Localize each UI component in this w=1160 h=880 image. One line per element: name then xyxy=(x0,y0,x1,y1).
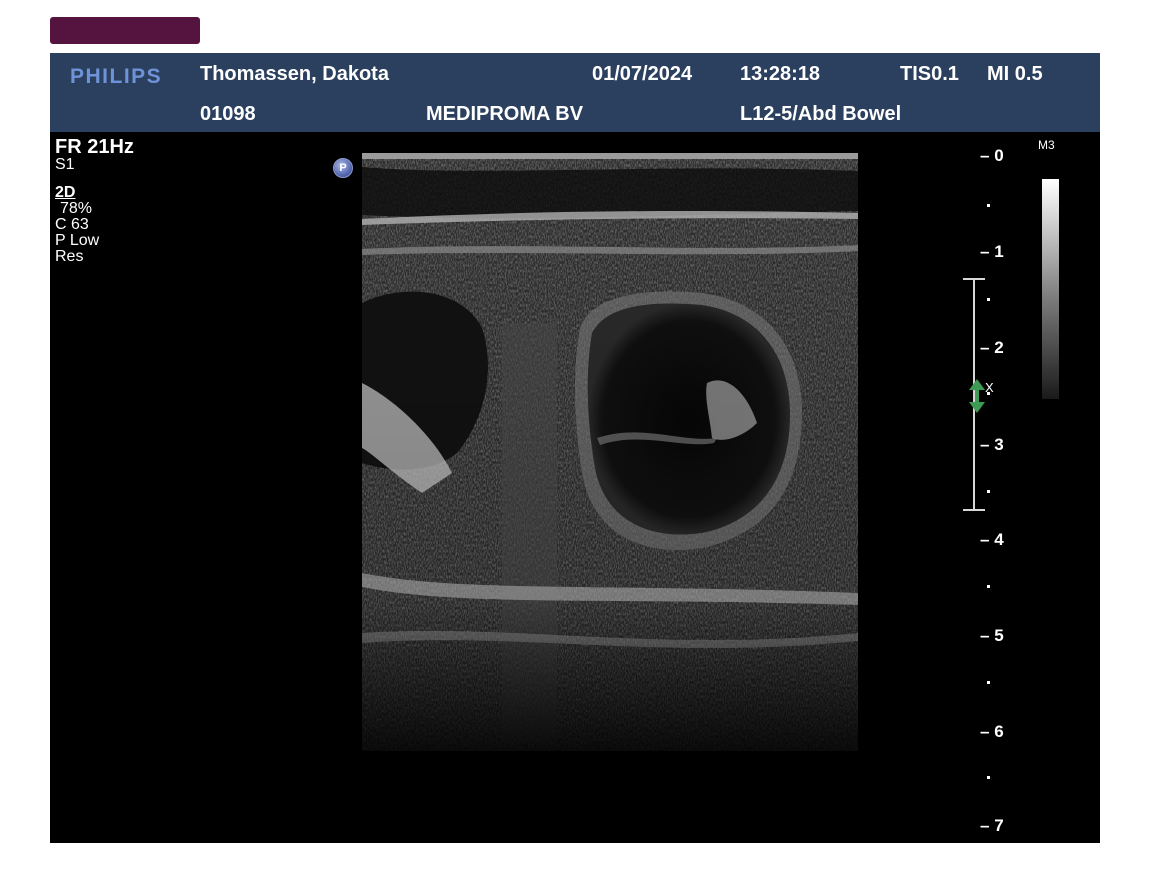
institution-name: MEDIPROMA BV xyxy=(426,103,584,125)
grayscale-map-label: M3 xyxy=(1038,138,1055,152)
depth-tick-5: – 5 xyxy=(980,626,1004,645)
ultrasound-image xyxy=(362,153,858,751)
focus-zone-cap-bottom xyxy=(963,509,985,511)
ultrasound-screen: PHILIPS Thomassen, Dakota 01/07/2024 13:… xyxy=(50,53,1100,843)
depth-minor-tick xyxy=(987,585,990,588)
depth-minor-tick xyxy=(987,776,990,779)
patient-id: 01098 xyxy=(200,103,256,125)
compression-value: C 63 xyxy=(55,216,89,233)
mode-label: 2D xyxy=(55,184,76,201)
tis-value: TIS0.1 xyxy=(900,63,959,85)
info-header: PHILIPS Thomassen, Dakota 01/07/2024 13:… xyxy=(50,53,1100,132)
exam-time: 13:28:18 xyxy=(740,63,821,85)
grayscale-bar xyxy=(1042,179,1059,399)
frame-rate: FR 21Hz xyxy=(55,136,134,158)
patient-name: Thomassen, Dakota xyxy=(200,63,389,85)
setting-label: S1 xyxy=(55,156,75,173)
acquisition-parameters: FR 21Hz S1 2D 78% C 63 P Low Res xyxy=(55,137,134,265)
depth-tick-6: – 6 xyxy=(980,722,1004,741)
gain-value: 78% xyxy=(60,200,93,217)
brand-logo: PHILIPS xyxy=(70,65,163,88)
exam-date: 01/07/2024 xyxy=(592,63,693,85)
depth-minor-tick xyxy=(987,204,990,207)
window-tab[interactable] xyxy=(50,17,200,44)
depth-minor-tick xyxy=(987,681,990,684)
depth-tick-1: – 1 xyxy=(980,242,1004,261)
depth-tick-0: – 0 xyxy=(980,146,1004,165)
resolution-value: Res xyxy=(55,248,84,265)
focus-zone-cap-top xyxy=(963,278,985,280)
depth-tick-4: – 4 xyxy=(980,530,1004,549)
depth-minor-tick xyxy=(987,490,990,493)
orientation-marker-icon: P xyxy=(333,158,353,178)
depth-minor-tick xyxy=(987,298,990,301)
mi-value: MI 0.5 xyxy=(987,63,1043,85)
depth-tick-7: – 7 xyxy=(980,816,1004,835)
depth-scale: – 0 – 1 – 2 – 3 – 4 – 5 – 6 – 7 xyxy=(980,138,1090,843)
focus-label: X xyxy=(985,380,994,395)
depth-attenuation xyxy=(362,153,858,751)
probe-preset: L12-5/Abd Bowel xyxy=(740,103,902,125)
power-value: P Low xyxy=(55,232,100,249)
